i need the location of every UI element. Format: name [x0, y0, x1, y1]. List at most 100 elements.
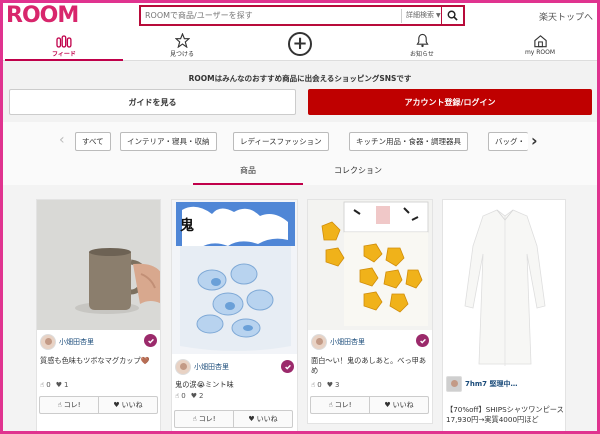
search-button[interactable] [441, 7, 463, 24]
like-button[interactable]: ♥ いいね [233, 411, 292, 427]
item-grid: 小畑田杏里 質感も色味もツボなマグカップ🤎 ☝ 0 ♥ 1 ☝ コレ! ♥ いいね 鬼 [3, 185, 597, 431]
like-button[interactable]: ♥ いいね [369, 397, 428, 413]
like-count: 1 [64, 381, 69, 389]
item-actions: ☝ コレ! ♥ いいね [310, 396, 429, 414]
avatar [40, 334, 56, 350]
search-bar: 詳細検索▼ [139, 5, 465, 26]
item-description: 鬼の涙😭ミント味 [175, 380, 234, 389]
heart-icon: ♥ [384, 401, 391, 409]
heart-icon: ♥ [55, 381, 63, 389]
cole-count: 0 [317, 381, 322, 389]
avatar [446, 376, 462, 392]
like-button[interactable]: ♥ いいね [98, 397, 157, 413]
like-label: いいね [121, 401, 143, 409]
item-image[interactable] [443, 200, 565, 372]
item-image[interactable]: 鬼 [172, 200, 297, 354]
like-label: いいね [392, 401, 414, 409]
tab-collections[interactable]: コレクション [303, 164, 413, 185]
heart-icon: ♥ [113, 401, 120, 409]
item-user[interactable]: 小畑田杏里 [175, 359, 293, 375]
avatar [311, 334, 327, 350]
guide-button[interactable]: ガイドを見る [9, 89, 296, 115]
cole-button[interactable]: ☝ コレ! [40, 397, 98, 413]
hand-icon: ☝ [175, 392, 180, 400]
chevron-right-icon[interactable]: › [531, 131, 538, 150]
nav-item-discover[interactable]: 見つける [123, 30, 241, 61]
user-name: 小畑田杏里 [330, 338, 365, 346]
main-nav: フィード 見つける + お知らせ my ROOM [3, 30, 597, 61]
item-stats: ☝ 0 ♥ 1 [40, 381, 68, 389]
page-frame: ROOM 詳細検索▼ 楽天トップへ フィード 見つける + お知らせ my RO… [0, 0, 600, 434]
user-name: 7hm7 堅理中… [465, 380, 518, 388]
promo-text: ROOMはみんなのおすすめ商品に出会えるショッピングSNSです [188, 74, 412, 83]
item-description: 【70%off】SHIPSシャツワンピース17,930円→実質4000円ほど [446, 405, 564, 424]
item-user[interactable]: 小畑田杏里 [40, 334, 158, 350]
top-bar: ROOM 詳細検索▼ 楽天トップへ [3, 3, 597, 30]
cole-count: 0 [181, 392, 186, 400]
promo-banner: ROOMはみんなのおすすめ商品に出会えるショッピングSNSです ガイドを見る ア… [3, 62, 597, 122]
house-icon [533, 35, 547, 48]
search-icon [447, 10, 458, 21]
nav-item-label: お知らせ [410, 51, 434, 58]
hand-icon: ☝ [311, 381, 316, 389]
search-scope-select[interactable]: 詳細検索 ▼ [401, 9, 441, 23]
item-image[interactable] [37, 200, 160, 330]
cole-button[interactable]: ☝ コレ! [175, 411, 233, 427]
nav-item-notifications[interactable]: お知らせ [363, 30, 481, 61]
item-description: 質感も色味もツボなマグカップ🤎 [40, 356, 150, 365]
cole-count: 0 [46, 381, 51, 389]
search-scope-label: 詳細検索 [406, 11, 434, 19]
user-name: 小畑田杏里 [194, 363, 229, 371]
feed-icon [56, 35, 72, 48]
add-item-button[interactable]: + [288, 32, 312, 56]
verified-icon [416, 334, 429, 347]
svg-text:鬼: 鬼 [180, 217, 194, 234]
category-bar: ‹ すべて インテリア・寝具・収納 レディースファッション キッチン用品・食器・… [3, 122, 597, 160]
bell-icon [415, 33, 429, 48]
category-chip[interactable]: レディースファッション [233, 132, 329, 151]
nav-item-feed[interactable]: フィード [5, 30, 123, 61]
chevron-left-icon[interactable]: ‹ [59, 132, 65, 148]
cole-label: コレ! [198, 415, 216, 423]
hand-icon: ☝ [40, 381, 45, 389]
item-stats: ☝ 0 ♥ 3 [311, 381, 339, 389]
item-card[interactable]: 小畑田杏里 質感も色味もツボなマグカップ🤎 ☝ 0 ♥ 1 ☝ コレ! ♥ いいね [36, 199, 161, 431]
heart-icon: ♥ [248, 415, 255, 423]
avatar [175, 359, 191, 375]
cole-button[interactable]: ☝ コレ! [311, 397, 369, 413]
nav-item-label: my ROOM [524, 49, 556, 56]
item-card[interactable]: 鬼 小畑田杏里 鬼の涙😭ミント味 ☝ 0 ♥ 2 ☝ コレ! ♥ いいね [171, 199, 298, 431]
room-logo[interactable]: ROOM [6, 4, 79, 28]
category-chip[interactable]: インテリア・寝具・収納 [120, 132, 217, 151]
hand-icon: ☝ [57, 401, 62, 409]
item-image[interactable] [308, 200, 432, 330]
user-name: 小畑田杏里 [59, 338, 94, 346]
category-chip[interactable]: バッグ・ [488, 132, 528, 151]
hand-icon: ☝ [328, 401, 333, 409]
item-card[interactable]: 7hm7 堅理中… 【70%off】SHIPSシャツワンピース17,930円→実… [442, 199, 566, 431]
like-count: 3 [335, 381, 340, 389]
category-chip[interactable]: すべて [75, 132, 111, 151]
item-card[interactable]: 小畑田杏里 面白〜い！鬼のあしあと。べっ甲あめ ☝ 0 ♥ 3 ☝ コレ! ♥ いいね [307, 199, 433, 424]
hand-icon: ☝ [192, 415, 197, 423]
item-user[interactable]: 7hm7 堅理中… [446, 376, 564, 392]
item-stats: ☝ 0 ♥ 2 [175, 392, 203, 400]
verified-icon [144, 334, 157, 347]
register-login-button[interactable]: アカウント登録/ログイン [308, 89, 592, 115]
star-icon [174, 33, 190, 48]
category-chip[interactable]: キッチン用品・食器・調理器具 [349, 132, 468, 151]
item-actions: ☝ コレ! ♥ いいね [174, 410, 293, 428]
search-input[interactable] [145, 8, 395, 23]
rakuten-top-link[interactable]: 楽天トップへ [539, 10, 593, 23]
verified-icon [281, 360, 294, 373]
heart-icon: ♥ [190, 392, 198, 400]
heart-icon: ♥ [326, 381, 334, 389]
nav-item-label: フィード [52, 51, 76, 58]
cole-label: コレ! [63, 401, 81, 409]
tab-items[interactable]: 商品 [193, 164, 303, 185]
item-user[interactable]: 小畑田杏里 [311, 334, 429, 350]
nav-item-label: 見つける [169, 51, 194, 58]
nav-item-myroom[interactable]: my ROOM [481, 30, 597, 61]
cole-label: コレ! [334, 401, 352, 409]
chevron-down-icon: ▼ [436, 12, 441, 19]
